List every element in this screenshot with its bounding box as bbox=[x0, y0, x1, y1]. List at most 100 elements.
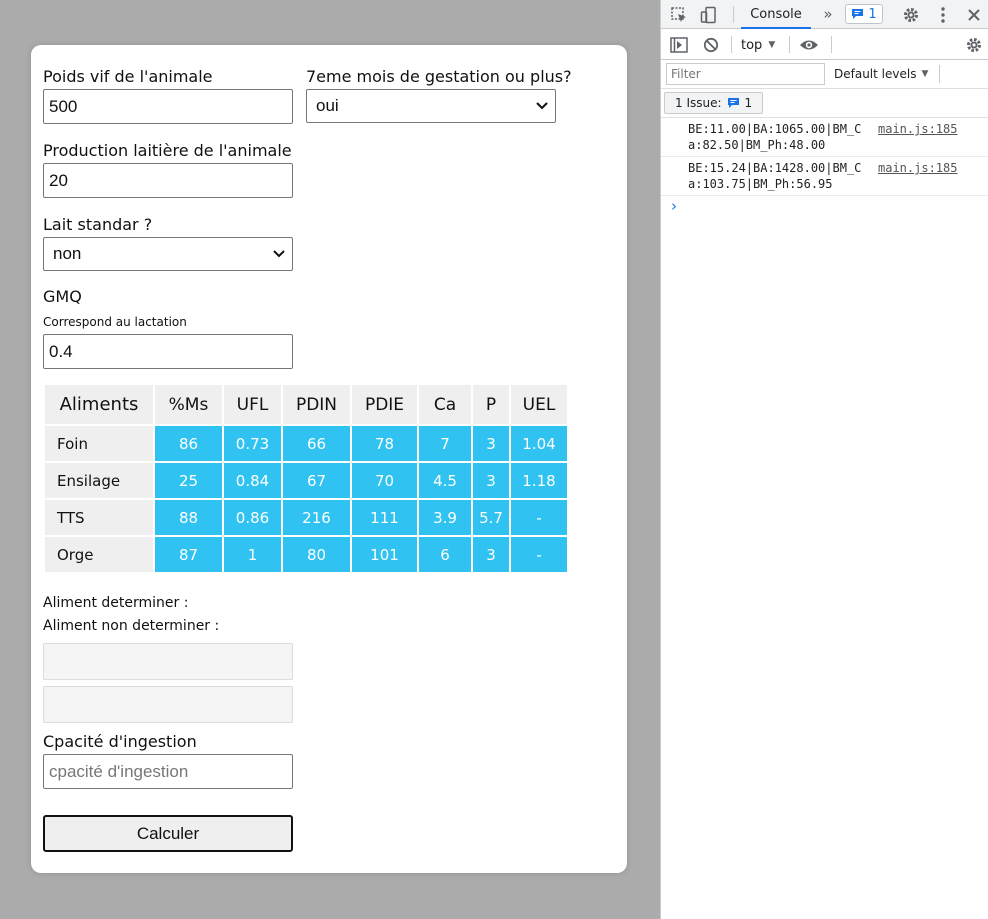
calculer-button[interactable]: Calculer bbox=[43, 815, 293, 852]
table-cell: 7 bbox=[419, 426, 471, 461]
separator bbox=[939, 65, 940, 83]
console-prompt-icon[interactable]: › bbox=[671, 197, 677, 215]
more-tabs-icon[interactable]: » bbox=[819, 4, 837, 24]
table-row-name: Orge bbox=[45, 537, 153, 572]
table-row: TTS 88 0.86 216 111 3.9 5.7 - bbox=[45, 500, 567, 535]
form-card: Poids vif de l'animale 7eme mois de gest… bbox=[31, 45, 627, 873]
table-cell: 25 bbox=[155, 463, 222, 498]
table-cell: 88 bbox=[155, 500, 222, 535]
console-log-entry: BE:15.24|BA:1428.00|BM_C a:103.75|BM_Ph:… bbox=[661, 157, 988, 196]
table-cell: 3 bbox=[473, 426, 509, 461]
issues-badge[interactable]: 1 bbox=[845, 4, 883, 24]
message-icon bbox=[727, 98, 739, 108]
context-selector-value: top bbox=[741, 37, 763, 53]
table-header-cell: PDIE bbox=[352, 385, 417, 424]
table-row: Orge 87 1 80 101 6 3 - bbox=[45, 537, 567, 572]
aliment-determiner-label: Aliment determiner : bbox=[43, 595, 189, 611]
lait-select[interactable]: non bbox=[43, 237, 293, 271]
gmq-sublabel: Correspond au lactation bbox=[43, 315, 187, 329]
table-cell: 78 bbox=[352, 426, 417, 461]
aliments-table: Aliments %Ms UFL PDIN PDIE Ca P UEL Foin… bbox=[43, 383, 569, 574]
log-source-link[interactable]: main.js:185 bbox=[878, 161, 957, 175]
table-cell: 1.18 bbox=[511, 463, 567, 498]
table-cell: 67 bbox=[283, 463, 350, 498]
table-row: Foin 86 0.73 66 78 7 3 1.04 bbox=[45, 426, 567, 461]
production-input[interactable] bbox=[43, 163, 293, 198]
log-levels-label: Default levels bbox=[834, 67, 917, 81]
log-message-line: BE:15.24|BA:1428.00|BM_C bbox=[688, 161, 862, 175]
tab-console-label: Console bbox=[750, 7, 802, 22]
gestation-label: 7eme mois de gestation ou plus? bbox=[306, 67, 572, 86]
log-source-link[interactable]: main.js:185 bbox=[878, 122, 957, 136]
table-cell: 66 bbox=[283, 426, 350, 461]
table-cell: 216 bbox=[283, 500, 350, 535]
dropdown-arrow-icon: ▼ bbox=[921, 69, 929, 79]
gestation-select-value: oui bbox=[316, 96, 339, 115]
gmq-input[interactable] bbox=[43, 334, 293, 369]
table-header-cell: Ca bbox=[419, 385, 471, 424]
poids-label: Poids vif de l'animale bbox=[43, 67, 213, 86]
issues-label: 1 Issue: bbox=[675, 96, 722, 110]
poids-input[interactable] bbox=[43, 89, 293, 124]
separator bbox=[789, 36, 790, 53]
filter-input[interactable] bbox=[666, 63, 825, 85]
table-header-cell: UEL bbox=[511, 385, 567, 424]
table-header-cell: UFL bbox=[224, 385, 281, 424]
table-header-cell: Aliments bbox=[45, 385, 153, 424]
log-levels-dropdown[interactable]: Default levels ▼ bbox=[834, 65, 928, 83]
message-icon bbox=[852, 9, 864, 19]
eye-icon[interactable] bbox=[798, 35, 820, 55]
issues-badge-count: 1 bbox=[868, 6, 877, 22]
log-message-line: a:103.75|BM_Ph:56.95 bbox=[688, 177, 833, 191]
gear-icon[interactable] bbox=[901, 5, 921, 25]
capacite-input[interactable] bbox=[43, 754, 293, 789]
table-header-cell: %Ms bbox=[155, 385, 222, 424]
chevron-down-icon bbox=[272, 238, 286, 270]
gmq-label: GMQ bbox=[43, 287, 82, 306]
table-cell: 101 bbox=[352, 537, 417, 572]
kebab-menu-icon[interactable] bbox=[933, 5, 953, 25]
separator bbox=[831, 36, 832, 53]
inspect-element-icon[interactable] bbox=[669, 5, 689, 25]
table-row-name: Ensilage bbox=[45, 463, 153, 498]
device-toolbar-icon[interactable] bbox=[699, 5, 719, 25]
page-viewport: Poids vif de l'animale 7eme mois de gest… bbox=[0, 0, 660, 919]
table-header-cell: PDIN bbox=[283, 385, 350, 424]
log-message-line: a:82.50|BM_Ph:48.00 bbox=[688, 138, 826, 152]
aliment-determiner-field bbox=[43, 643, 293, 680]
issues-count: 1 bbox=[744, 96, 753, 110]
close-icon[interactable] bbox=[964, 5, 984, 25]
table-cell: 70 bbox=[352, 463, 417, 498]
production-label: Production laitière de l'animale bbox=[43, 141, 292, 160]
table-cell: 1.04 bbox=[511, 426, 567, 461]
table-cell: 3.9 bbox=[419, 500, 471, 535]
dropdown-arrow-icon: ▼ bbox=[768, 40, 776, 50]
console-toolbar: top ▼ bbox=[661, 29, 988, 60]
table-cell: 0.86 bbox=[224, 500, 281, 535]
lait-label: Lait standar ? bbox=[43, 215, 153, 234]
console-log-entry: BE:11.00|BA:1065.00|BM_C a:82.50|BM_Ph:4… bbox=[661, 118, 988, 157]
table-cell: 3 bbox=[473, 537, 509, 572]
tab-console[interactable]: Console bbox=[741, 0, 811, 29]
table-cell: 0.73 bbox=[224, 426, 281, 461]
table-cell: 1 bbox=[224, 537, 281, 572]
context-selector[interactable]: top ▼ bbox=[741, 35, 775, 55]
table-row: Ensilage 25 0.84 67 70 4.5 3 1.18 bbox=[45, 463, 567, 498]
gestation-select[interactable]: oui bbox=[306, 89, 556, 123]
capacite-label: Cpacité d'ingestion bbox=[43, 732, 197, 751]
separator bbox=[731, 36, 732, 53]
separator bbox=[733, 6, 734, 23]
issues-button[interactable]: 1 Issue: 1 bbox=[664, 92, 764, 114]
clear-console-icon[interactable] bbox=[701, 35, 721, 55]
aliment-non-determiner-label: Aliment non determiner : bbox=[43, 618, 220, 634]
table-cell: 80 bbox=[283, 537, 350, 572]
table-header-row: Aliments %Ms UFL PDIN PDIE Ca P UEL bbox=[45, 385, 567, 424]
devtools-tabbar: Console » 1 bbox=[661, 0, 988, 29]
sidebar-toggle-icon[interactable] bbox=[669, 35, 689, 55]
aliment-non-determiner-field bbox=[43, 686, 293, 723]
table-cell: 4.5 bbox=[419, 463, 471, 498]
lait-select-value: non bbox=[53, 244, 82, 263]
console-settings-gear-icon[interactable] bbox=[964, 35, 984, 55]
table-cell: 87 bbox=[155, 537, 222, 572]
table-header-cell: P bbox=[473, 385, 509, 424]
